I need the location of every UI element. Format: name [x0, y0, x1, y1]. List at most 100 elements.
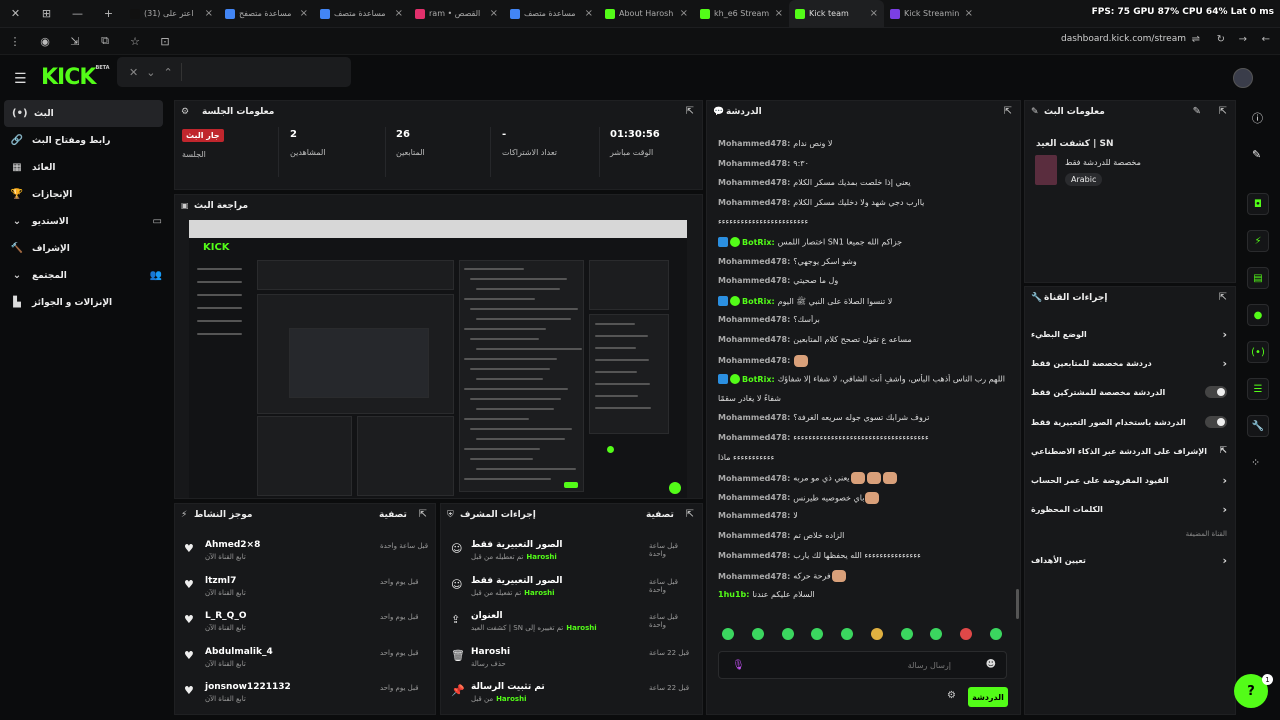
emote-icon[interactable]: [930, 628, 943, 640]
modaction-user[interactable]: Haroshi: [496, 695, 526, 703]
chat-username[interactable]: Mohammed478:: [718, 159, 790, 168]
chat-input[interactable]: 🎙 إرسال رسالة ☻: [718, 651, 1007, 679]
sidebar-item[interactable]: ▦ العائد: [0, 154, 172, 181]
expand-icon[interactable]: ⇱: [419, 509, 427, 520]
chat-send-button[interactable]: الدردشة: [968, 687, 1008, 707]
chat-username[interactable]: Mohammed478:: [718, 178, 790, 187]
close-tab-icon[interactable]: ×: [680, 8, 688, 19]
quick-row[interactable]: الكلمات المحظورة ›: [1031, 499, 1227, 519]
browser-tab[interactable]: (31) اعتر على ×: [124, 0, 219, 28]
chat-username[interactable]: 1hu1b:: [718, 590, 749, 599]
close-icon[interactable]: ✕: [129, 66, 138, 79]
sidebar-item[interactable]: ▙ الإنزالات و الجوائز: [0, 289, 172, 316]
emote-icon[interactable]: [900, 628, 913, 640]
forward-icon[interactable]: →: [1239, 34, 1247, 45]
menu-icon[interactable]: ☰: [14, 71, 27, 87]
share-icon[interactable]: ⧉: [90, 34, 120, 48]
expand-icon[interactable]: ⇱: [686, 509, 694, 520]
sidebar-item[interactable]: 🔨 الإشراف: [0, 235, 172, 262]
scrollbar[interactable]: [1016, 589, 1019, 619]
rail-wrench-icon[interactable]: 🔧: [1247, 415, 1269, 437]
filter-button[interactable]: تصفية: [379, 510, 407, 520]
kick-logo[interactable]: KICKBETA: [41, 65, 110, 90]
chat-username[interactable]: BotRix:: [742, 375, 775, 384]
chat-username[interactable]: Mohammed478:: [718, 413, 790, 422]
activity-row[interactable]: ♥ Abdulmalik_4 تابع القناة الآن قبل يوم واح…: [180, 645, 430, 681]
chat-username[interactable]: Mohammed478:: [718, 531, 790, 540]
quick-row[interactable]: الإشراف على الدردشة عبر الذكاء الاصطناعي…: [1031, 441, 1227, 461]
sidebar-item[interactable]: ⌄ الاستديو ▭: [0, 208, 172, 235]
quick-row[interactable]: الدردشة باستخدام الصور التعبيرية فقط: [1031, 412, 1227, 432]
expand-icon[interactable]: ⇱: [1004, 106, 1012, 117]
modaction-row[interactable]: ☺ الصور التعبيرية فقط تم تعطيله من قبل Haro…: [447, 538, 697, 574]
emote-icon[interactable]: [781, 628, 794, 640]
gear-icon[interactable]: ⚙: [947, 690, 956, 701]
expand-icon[interactable]: ⇱: [686, 106, 694, 117]
emote-icon[interactable]: [960, 628, 973, 640]
modaction-user[interactable]: Haroshi: [524, 589, 554, 597]
emote-icon[interactable]: [811, 628, 824, 640]
emote-icon[interactable]: [989, 628, 1002, 640]
sidebar-item[interactable]: 🏆 الإنجازات: [0, 181, 172, 208]
close-tab-icon[interactable]: ×: [395, 8, 403, 19]
chat-username[interactable]: Mohammed478:: [718, 198, 790, 207]
sidebar-item[interactable]: 🔗 رابط ومفتاح البث: [0, 127, 172, 154]
url-text[interactable]: dashboard.kick.com/stream: [1061, 34, 1186, 44]
browser-tab[interactable]: مساعدة متصفح ×: [219, 0, 314, 28]
chat-username[interactable]: Mohammed478:: [718, 433, 790, 442]
close-window-icon[interactable]: ✕: [0, 0, 31, 28]
toggle-switch[interactable]: [1205, 386, 1227, 398]
chat-username[interactable]: Mohammed478:: [718, 356, 790, 365]
modaction-row[interactable]: ⇪ العنوان كشفت العيد | SN تم تغييره إلى Har…: [447, 609, 697, 645]
emote-icon[interactable]: [870, 628, 883, 640]
chat-username[interactable]: BotRix:: [742, 297, 775, 306]
sidebar-action-icon[interactable]: 👥: [150, 270, 162, 281]
close-tab-icon[interactable]: ×: [775, 8, 783, 19]
activity-row[interactable]: ♥ L_R_Q_O تابع القناة الآن قبل يوم واحد: [180, 609, 430, 645]
activity-row[interactable]: ♥ Ahmed2×8 تابع القناة الآن قبل ساعة واحدة: [180, 538, 430, 574]
new-tab-button[interactable]: +: [93, 0, 124, 28]
chat-username[interactable]: Mohammed478:: [718, 335, 790, 344]
modaction-row[interactable]: ☺ الصور التعبيرية فقط تم تفعيله من قبل Haro…: [447, 574, 697, 610]
quick-row[interactable]: دردشة مخصصة للمتابعين فقط ›: [1031, 353, 1227, 373]
quick-row[interactable]: الوضع البطيء ›: [1031, 324, 1227, 344]
close-tab-icon[interactable]: ×: [490, 8, 498, 19]
back-icon[interactable]: ←: [1262, 34, 1270, 45]
expand-icon[interactable]: ⇱: [1219, 106, 1227, 117]
chevron-up-icon[interactable]: ⌃: [163, 66, 172, 79]
user-avatar[interactable]: [1233, 68, 1253, 88]
quick-row[interactable]: القيود المفروضة على عمر الحساب ›: [1031, 470, 1227, 490]
modaction-user[interactable]: Haroshi: [566, 624, 596, 632]
chat-username[interactable]: Mohammed478:: [718, 257, 790, 266]
activity-row[interactable]: ♥ jonsnow1221132 تابع القناة الآن قبل يوم و…: [180, 680, 430, 716]
close-tab-icon[interactable]: ×: [585, 8, 593, 19]
chat-username[interactable]: BotRix:: [742, 238, 775, 247]
browser-tab[interactable]: kh_e6 Stream ×: [694, 0, 789, 28]
browser-tab[interactable]: Kick Streamin ×: [884, 0, 979, 28]
sidebar-item[interactable]: (•) البث: [4, 100, 163, 127]
expand-icon[interactable]: ⇱: [1219, 292, 1227, 303]
browser-tab[interactable]: About Harosh ×: [599, 0, 694, 28]
menu-dots-icon[interactable]: ⋮: [0, 35, 30, 48]
close-tab-icon[interactable]: ×: [870, 8, 878, 19]
browser-tab[interactable]: مساعدة متصف ×: [504, 0, 599, 28]
emoji-icon[interactable]: ☻: [986, 659, 996, 670]
chat-username[interactable]: Mohammed478:: [718, 493, 790, 502]
tab-menu-icon[interactable]: ⊞: [31, 0, 62, 28]
info-icon[interactable]: ⓘ: [1252, 110, 1263, 126]
toggle-switch[interactable]: [1205, 416, 1227, 428]
rail-chat-icon[interactable]: ●: [1247, 304, 1269, 326]
bookmark-icon[interactable]: ☆: [120, 35, 150, 48]
minimize-icon[interactable]: —: [62, 0, 93, 28]
chat-username[interactable]: Mohammed478:: [718, 315, 790, 324]
close-tab-icon[interactable]: ×: [205, 8, 213, 19]
emote-icon[interactable]: [841, 628, 854, 640]
quick-row[interactable]: الدردشة مخصصة للمشتركين فقط: [1031, 382, 1227, 402]
pen-icon[interactable]: ✎: [1252, 148, 1261, 161]
rail-doc-icon[interactable]: ▤: [1247, 267, 1269, 289]
host-row[interactable]: تعيين الأهداف ›: [1031, 550, 1227, 570]
emote-icon[interactable]: [751, 628, 764, 640]
rail-bolt-icon[interactable]: ⚡: [1247, 230, 1269, 252]
modaction-row[interactable]: 📌 تم تثبيت الرسالة من قبل Haroshi قبل 22 ساع…: [447, 680, 697, 716]
chat-username[interactable]: Mohammed478:: [718, 572, 790, 581]
